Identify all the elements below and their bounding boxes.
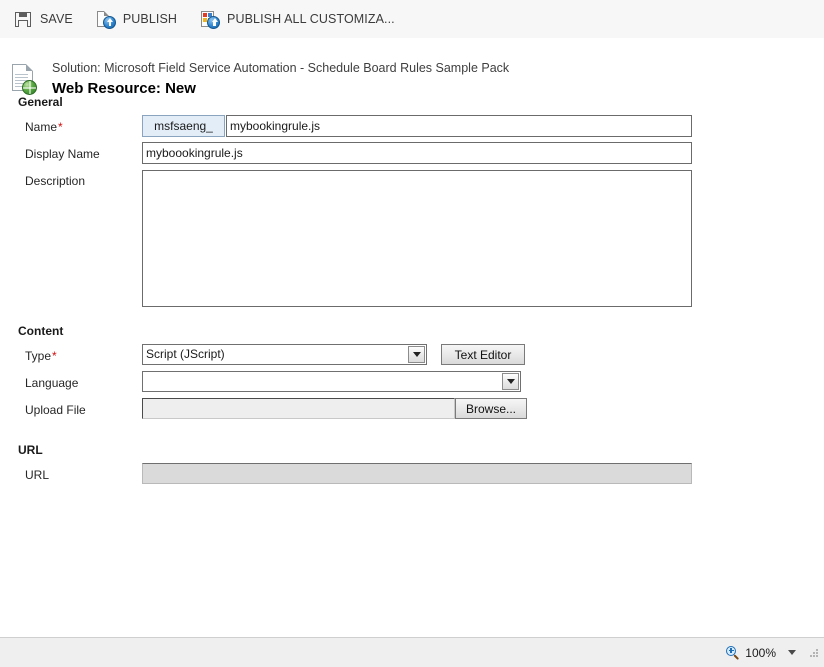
language-select[interactable]: [142, 371, 521, 392]
page-title: Web Resource: New: [52, 80, 196, 97]
publish-icon: [96, 10, 116, 29]
url-input: [142, 463, 692, 484]
field-row-display-name: Display Name: [16, 142, 824, 168]
publish-all-button-label: PUBLISH ALL CUSTOMIZA...: [227, 12, 395, 26]
type-select[interactable]: Script (JScript): [142, 344, 427, 365]
display-name-label: Display Name: [25, 147, 100, 161]
name-input[interactable]: [226, 115, 692, 137]
field-row-type: Type* Script (JScript) Text Editor: [16, 344, 824, 370]
publish-button-label: PUBLISH: [122, 12, 178, 26]
description-control: [142, 169, 692, 307]
language-label: Language: [25, 376, 79, 390]
display-name-input[interactable]: [142, 142, 692, 164]
field-row-upload-file: Upload File Browse...: [16, 398, 824, 424]
command-bar: SAVE PUBLISH PUBLISH ALL CUSTOMIZA...: [0, 0, 824, 39]
form-header: Solution: Microsoft Field Service Automa…: [0, 39, 824, 98]
publish-all-customizations-button[interactable]: PUBLISH ALL CUSTOMIZA...: [201, 5, 405, 33]
save-button[interactable]: SAVE: [14, 5, 83, 33]
field-row-language: Language: [16, 371, 824, 397]
type-selected-value: Script (JScript): [146, 347, 225, 361]
zoom-control[interactable]: 100%: [726, 645, 796, 660]
url-control: [142, 463, 692, 484]
publish-button[interactable]: PUBLISH: [96, 5, 187, 33]
display-name-control: [142, 142, 692, 164]
type-required-marker: *: [52, 349, 57, 363]
section-title-url: URL: [18, 443, 43, 457]
zoom-chevron-down-icon[interactable]: [788, 650, 796, 655]
name-label: Name*: [16, 115, 142, 139]
field-row-description: Description: [16, 169, 824, 307]
status-bar: 100%: [0, 637, 824, 667]
type-label-text: Type: [25, 349, 52, 363]
resize-grip[interactable]: [808, 647, 820, 659]
language-chevron-down-icon[interactable]: [502, 373, 519, 390]
url-label: URL: [25, 468, 50, 482]
type-chevron-down-icon[interactable]: [408, 346, 425, 363]
name-label-text: Name: [25, 120, 58, 134]
save-button-label: SAVE: [40, 12, 73, 26]
field-row-url: URL: [16, 463, 824, 489]
name-prefix-label: msfsaeng_: [142, 115, 225, 137]
name-required-marker: *: [58, 120, 63, 134]
save-icon: [14, 10, 33, 29]
text-editor-button[interactable]: Text Editor: [441, 344, 525, 365]
upload-file-label: Upload File: [25, 403, 86, 417]
section-title-content: Content: [18, 324, 64, 338]
publish-all-icon: [201, 10, 221, 29]
upload-file-input[interactable]: [142, 398, 455, 419]
upload-file-control: Browse...: [142, 398, 527, 419]
description-input[interactable]: [142, 170, 692, 307]
type-control: Script (JScript) Text Editor: [142, 344, 525, 365]
zoom-level-label: 100%: [745, 645, 776, 660]
web-resource-icon: [10, 64, 40, 98]
form-body: General Name* msfsaeng_ Display Name Des…: [0, 95, 824, 489]
browse-button[interactable]: Browse...: [455, 398, 527, 419]
name-control: msfsaeng_: [142, 115, 692, 137]
description-label: Description: [25, 174, 86, 188]
language-control: [142, 371, 521, 392]
solution-breadcrumb: Solution: Microsoft Field Service Automa…: [52, 61, 510, 75]
type-label: Type*: [16, 344, 142, 368]
field-row-name: Name* msfsaeng_: [16, 115, 824, 141]
zoom-icon: [726, 645, 740, 660]
header-texts: Solution: Microsoft Field Service Automa…: [52, 59, 509, 99]
